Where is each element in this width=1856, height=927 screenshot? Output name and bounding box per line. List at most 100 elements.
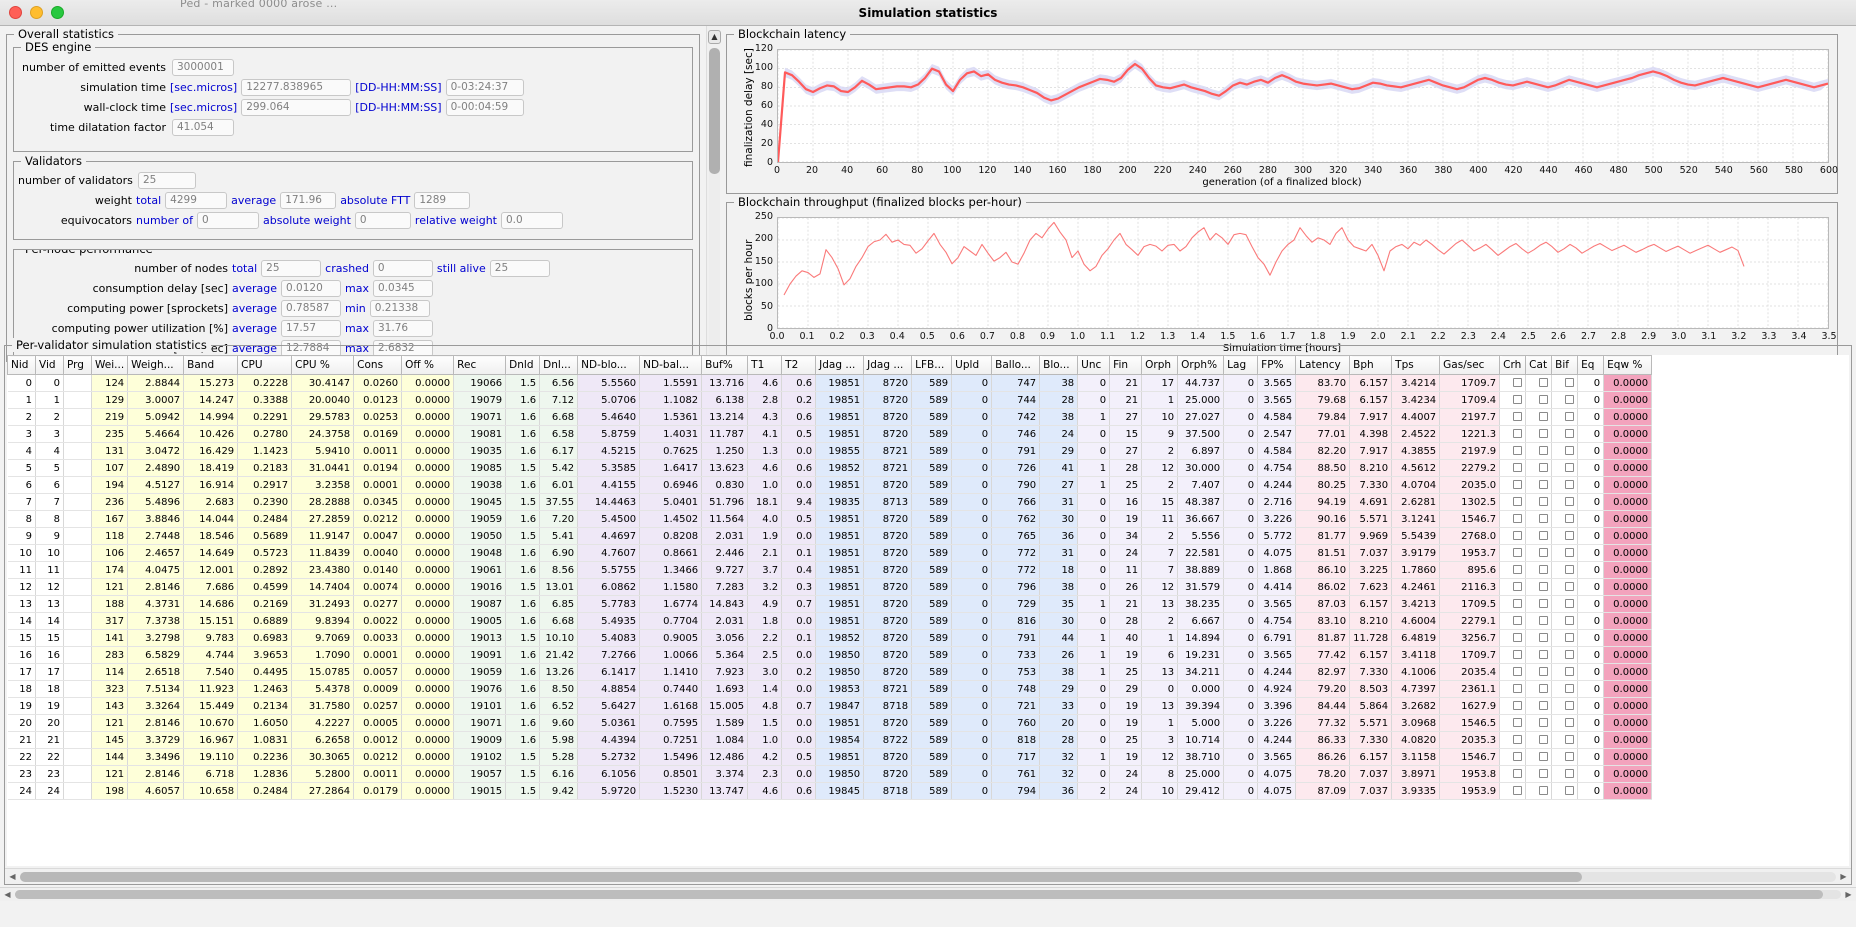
row-flag-checkbox[interactable] <box>1565 701 1575 710</box>
row-flag-checkbox[interactable] <box>1513 548 1523 557</box>
row-flag-checkbox[interactable] <box>1539 531 1549 540</box>
table-column-header[interactable]: Lag <box>1223 355 1259 375</box>
table-column-header[interactable]: Cat <box>1525 355 1553 375</box>
row-flag-checkbox[interactable] <box>1513 633 1523 642</box>
row-flag-checkbox[interactable] <box>1513 701 1523 710</box>
row-flag-checkbox[interactable] <box>1539 718 1549 727</box>
row-flag-checkbox[interactable] <box>1513 446 1523 455</box>
row-flag-checkbox[interactable] <box>1513 769 1523 778</box>
table-row[interactable]: 14 14 317 7.3738 15.151 0.6889 9.8394 0.0022 0.0… <box>7 612 1653 630</box>
row-flag-checkbox[interactable] <box>1539 514 1549 523</box>
table-column-header[interactable]: Tps <box>1391 355 1441 375</box>
row-flag-checkbox[interactable] <box>1539 463 1549 472</box>
row-flag-checkbox[interactable] <box>1539 395 1549 404</box>
table-column-header[interactable]: Weigh... <box>127 355 185 375</box>
table-column-header[interactable]: Rec <box>453 355 507 375</box>
row-flag-checkbox[interactable] <box>1539 497 1549 506</box>
table-column-header[interactable]: Bph <box>1349 355 1393 375</box>
row-flag-checkbox[interactable] <box>1513 735 1523 744</box>
row-flag-checkbox[interactable] <box>1565 378 1575 387</box>
overall-statistics-scrollbar[interactable]: ▲ <box>706 26 721 368</box>
row-flag-checkbox[interactable] <box>1539 429 1549 438</box>
table-column-header[interactable]: Band <box>183 355 239 375</box>
row-flag-checkbox[interactable] <box>1539 786 1549 795</box>
table-row[interactable]: 15 15 141 3.2798 9.783 0.6983 9.7069 0.0033 0.00… <box>7 629 1653 647</box>
table-column-header[interactable]: T1 <box>747 355 783 375</box>
row-flag-checkbox[interactable] <box>1539 650 1549 659</box>
table-row[interactable]: 2 2 219 5.0942 14.994 0.2291 29.5783 0.0253 0.00… <box>7 408 1653 426</box>
table-column-header[interactable]: Latency <box>1295 355 1351 375</box>
row-flag-checkbox[interactable] <box>1539 769 1549 778</box>
table-column-header[interactable]: Orph <box>1141 355 1179 375</box>
row-flag-checkbox[interactable] <box>1565 582 1575 591</box>
table-column-header[interactable]: Gas/sec <box>1439 355 1501 375</box>
table-row[interactable]: 10 10 106 2.4657 14.649 0.5723 11.8439 0.0040 0.… <box>7 544 1653 562</box>
row-flag-checkbox[interactable] <box>1565 429 1575 438</box>
row-flag-checkbox[interactable] <box>1513 667 1523 676</box>
table-row[interactable]: 0 0 124 2.8844 15.273 0.2228 30.4147 0.0260 0.00… <box>7 374 1653 392</box>
table-column-header[interactable]: Bif <box>1551 355 1579 375</box>
field-equivocators-rel-weight[interactable]: 0.0 <box>501 212 563 229</box>
table-row[interactable]: 11 11 174 4.0475 12.001 0.2892 23.4380 0.0140 0.… <box>7 561 1653 579</box>
page-scroll-track[interactable] <box>15 890 1841 899</box>
row-flag-checkbox[interactable] <box>1513 378 1523 387</box>
table-column-header[interactable]: LFB... <box>911 355 953 375</box>
field-computing-power-min[interactable]: 0.21338 <box>369 300 430 317</box>
table-row[interactable]: 13 13 188 4.3731 14.686 0.2169 31.2493 0.0277 0.… <box>7 595 1653 613</box>
row-flag-checkbox[interactable] <box>1513 480 1523 489</box>
table-column-header[interactable]: Dnl... <box>539 355 579 375</box>
row-flag-checkbox[interactable] <box>1565 531 1575 540</box>
row-flag-checkbox[interactable] <box>1539 633 1549 642</box>
row-flag-checkbox[interactable] <box>1565 395 1575 404</box>
table-column-header[interactable]: Jdag ... <box>863 355 913 375</box>
field-time-dilatation[interactable]: 41.054 <box>172 119 234 136</box>
table-column-header[interactable]: Fin <box>1109 355 1143 375</box>
page-horizontal-scrollbar[interactable]: ◀ ▶ <box>0 887 1856 901</box>
row-flag-checkbox[interactable] <box>1539 480 1549 489</box>
table-row[interactable]: 7 7 236 5.4896 2.683 0.2390 28.2888 0.0345 0.000… <box>7 493 1653 511</box>
table-column-header[interactable]: Blo... <box>1039 355 1079 375</box>
field-nodes-crashed[interactable]: 0 <box>372 260 433 277</box>
field-wallclock-ddhhmmss[interactable]: 0-00:04:59 <box>445 99 524 116</box>
row-flag-checkbox[interactable] <box>1565 599 1575 608</box>
table-column-header[interactable]: Jdag ... <box>815 355 865 375</box>
table-column-header[interactable]: CPU % <box>291 355 355 375</box>
table-row[interactable]: 9 9 118 2.7448 18.546 0.5689 11.9147 0.0047 0.00… <box>7 527 1653 545</box>
row-flag-checkbox[interactable] <box>1539 616 1549 625</box>
page-scroll-left-icon[interactable]: ◀ <box>0 890 15 899</box>
table-column-header[interactable]: ND-blo... <box>577 355 641 375</box>
row-flag-checkbox[interactable] <box>1565 412 1575 421</box>
row-flag-checkbox[interactable] <box>1513 718 1523 727</box>
field-cpu-utilization-max[interactable]: 31.76 <box>373 320 433 337</box>
table-row[interactable]: 17 17 114 2.6518 7.540 0.4495 15.0785 0.0057 0.0… <box>7 663 1653 681</box>
table-row[interactable]: 22 22 144 3.3496 19.110 0.2236 30.3065 0.0212 0.… <box>7 748 1653 766</box>
table-column-header[interactable]: T2 <box>781 355 817 375</box>
row-flag-checkbox[interactable] <box>1565 565 1575 574</box>
table-scroll-thumb[interactable] <box>20 871 1582 882</box>
field-cpu-utilization-average[interactable]: 17.57 <box>281 320 342 337</box>
field-emitted-events[interactable]: 3000001 <box>172 59 234 76</box>
table-row[interactable]: 19 19 143 3.3264 15.449 0.2134 31.7580 0.0257 0.… <box>7 697 1653 715</box>
table-column-header[interactable]: Wei... <box>90 355 129 375</box>
field-simulation-time-ddhhmmss[interactable]: 0-03:24:37 <box>445 79 524 96</box>
row-flag-checkbox[interactable] <box>1539 735 1549 744</box>
field-consumption-average[interactable]: 0.0120 <box>281 280 342 297</box>
row-flag-checkbox[interactable] <box>1565 735 1575 744</box>
table-column-header[interactable]: Eqw % <box>1603 355 1653 375</box>
table-row[interactable]: 3 3 235 5.4664 10.426 0.2780 24.3758 0.0169 0.00… <box>7 425 1653 443</box>
row-flag-checkbox[interactable] <box>1513 463 1523 472</box>
scroll-left-icon[interactable]: ◀ <box>5 872 20 881</box>
row-flag-checkbox[interactable] <box>1565 752 1575 761</box>
row-flag-checkbox[interactable] <box>1565 786 1575 795</box>
row-flag-checkbox[interactable] <box>1513 395 1523 404</box>
table-scroll-track[interactable] <box>20 871 1836 882</box>
row-flag-checkbox[interactable] <box>1539 378 1549 387</box>
row-flag-checkbox[interactable] <box>1565 633 1575 642</box>
table-row[interactable]: 24 24 198 4.6057 10.658 0.2484 27.2864 0.0179 0.… <box>7 782 1653 800</box>
row-flag-checkbox[interactable] <box>1565 446 1575 455</box>
field-number-of-validators[interactable]: 25 <box>138 172 196 189</box>
scrollbar-track[interactable] <box>709 48 720 364</box>
field-weight-average[interactable]: 171.96 <box>280 192 337 209</box>
field-equivocators-number[interactable]: 0 <box>197 212 260 229</box>
row-flag-checkbox[interactable] <box>1513 514 1523 523</box>
